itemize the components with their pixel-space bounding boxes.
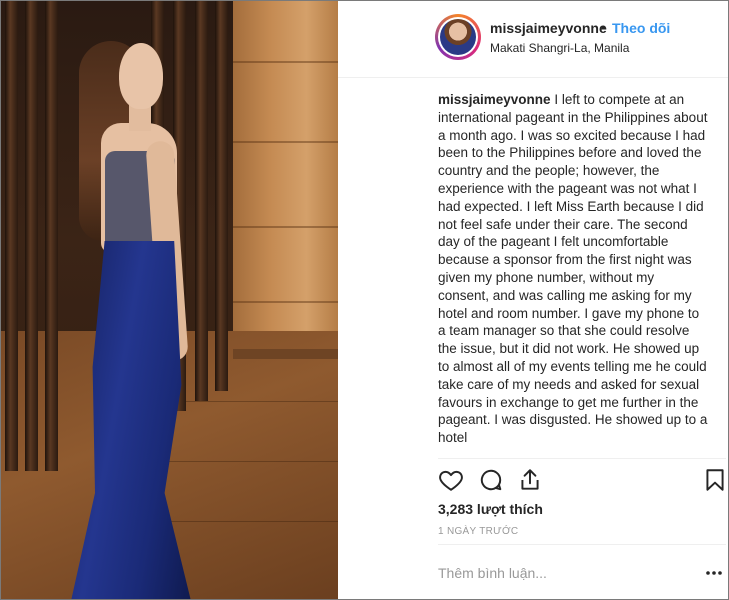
photo-slat <box>195 1 208 401</box>
username-link[interactable]: missjaimeyvonne <box>490 20 607 36</box>
photo-subject-face <box>119 43 163 109</box>
separator-dot: • <box>601 19 606 35</box>
instagram-post-window: missjaimeyvonne • Theo dõi Makati Shangr… <box>0 0 729 600</box>
caption-text: I left to compete at an international pa… <box>438 92 708 446</box>
caption-username[interactable]: missjaimeyvonne <box>438 92 551 107</box>
photo-slat <box>215 1 228 391</box>
share-icon[interactable] <box>517 467 543 493</box>
location-link[interactable]: Makati Shangri-La, Manila <box>490 41 629 55</box>
photo-baseboard <box>233 349 338 359</box>
more-options-icon[interactable] <box>704 566 724 580</box>
photo-slat <box>5 1 18 471</box>
post-caption: missjaimeyvonne I left to compete at an … <box>438 91 708 457</box>
photo-wall-line <box>233 226 338 228</box>
post-photo[interactable] <box>1 1 338 599</box>
comment-input[interactable]: Thêm bình luận... <box>438 565 547 581</box>
photo-wall <box>233 1 338 361</box>
heart-icon[interactable] <box>438 467 464 493</box>
photo-floor-plank <box>151 461 338 462</box>
photo-slat <box>45 1 58 471</box>
photo-floor-plank <box>161 401 338 402</box>
follow-button[interactable]: Theo dõi <box>612 20 670 36</box>
profile-avatar[interactable] <box>435 14 481 60</box>
post-timestamp[interactable]: 1 NGÀY TRƯỚC <box>438 526 518 537</box>
avatar-image <box>440 19 476 55</box>
actions-divider <box>438 458 726 459</box>
post-header: missjaimeyvonne • Theo dõi Makati Shangr… <box>338 1 728 78</box>
comment-icon[interactable] <box>478 467 504 493</box>
photo-wall-line <box>233 61 338 63</box>
likes-count[interactable]: 3,283 lượt thích <box>438 501 543 517</box>
bookmark-icon[interactable] <box>702 467 728 493</box>
photo-wall-line <box>233 141 338 143</box>
photo-wall-line <box>233 301 338 303</box>
comment-divider <box>438 544 726 545</box>
photo-slat <box>25 1 38 471</box>
